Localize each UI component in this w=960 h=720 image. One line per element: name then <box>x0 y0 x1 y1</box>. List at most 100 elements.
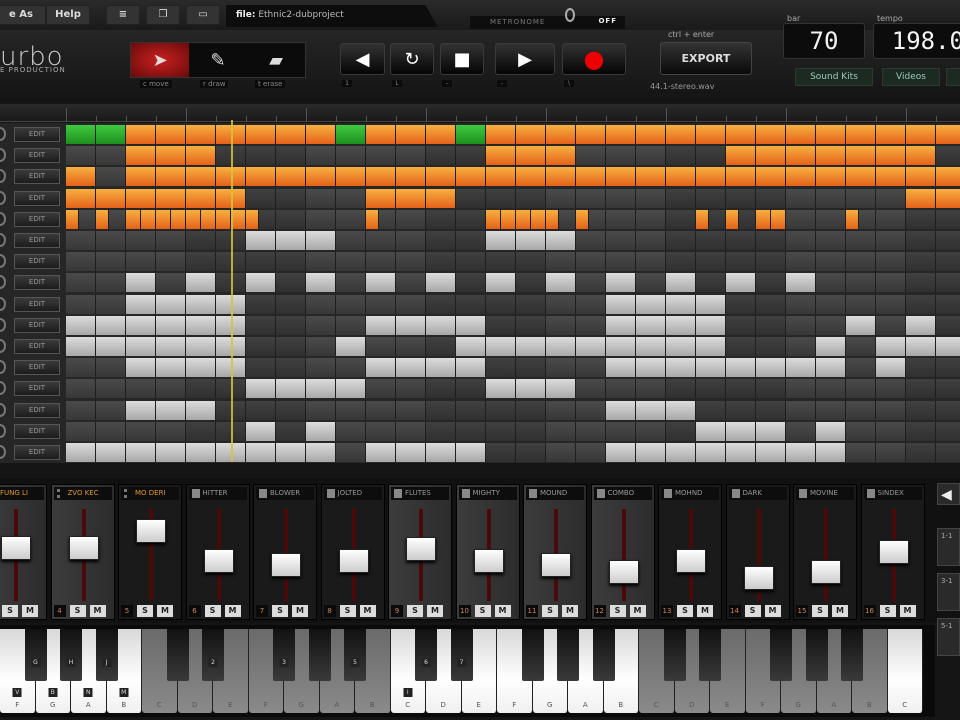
step-cell-on[interactable] <box>426 188 456 208</box>
step-cell-on[interactable] <box>636 337 666 356</box>
half-step-on[interactable] <box>66 209 79 229</box>
step-cell-on[interactable] <box>786 273 816 293</box>
step-cell-on[interactable] <box>66 315 96 335</box>
menu-icon-button[interactable]: ≡ <box>106 5 140 25</box>
step-cell-on[interactable] <box>726 421 756 441</box>
step-cell-off[interactable] <box>306 294 336 314</box>
step-cell-off[interactable] <box>276 400 306 420</box>
step-cell-on[interactable] <box>726 358 756 378</box>
step-cell-on[interactable] <box>156 400 186 420</box>
edit-button[interactable]: EDIT <box>14 254 60 270</box>
channel-name[interactable]: FLUTES <box>391 487 449 500</box>
step-cell-off[interactable] <box>366 252 396 272</box>
edit-button[interactable]: EDIT <box>14 275 60 291</box>
track-led-button[interactable] <box>0 381 6 396</box>
mute-button[interactable]: M <box>224 605 241 617</box>
solo-button[interactable]: S <box>609 605 626 617</box>
step-cell-on[interactable] <box>666 294 696 314</box>
track-led-button[interactable] <box>0 127 6 141</box>
step-cell-on[interactable] <box>126 443 156 462</box>
step-cell-on[interactable] <box>816 358 846 378</box>
step-cell-on[interactable] <box>276 125 306 144</box>
step-cell-off[interactable] <box>516 358 546 378</box>
step-cell-off[interactable] <box>936 146 960 166</box>
step-cell-off[interactable] <box>576 400 606 420</box>
volume-fader-knob[interactable] <box>473 548 504 573</box>
step-cell-off[interactable] <box>186 379 216 399</box>
step-cell-off[interactable] <box>636 252 666 272</box>
step-cell-off[interactable] <box>186 421 216 441</box>
channel-name[interactable]: FUNG LI <box>0 487 44 500</box>
piano-black-key[interactable] <box>166 629 189 681</box>
step-cell-off[interactable] <box>786 188 816 208</box>
solo-button[interactable]: S <box>137 605 153 617</box>
move-tool[interactable]: ➤ <box>131 43 189 77</box>
step-cell-off[interactable] <box>246 315 276 335</box>
step-cell-off[interactable] <box>546 188 576 208</box>
edit-button[interactable]: EDIT <box>14 360 60 376</box>
step-cell-off[interactable] <box>666 231 696 250</box>
step-cell-off[interactable] <box>96 146 126 166</box>
step-cell-off[interactable] <box>126 421 156 441</box>
edit-button[interactable]: EDIT <box>14 190 60 206</box>
step-cell-off[interactable] <box>276 209 306 229</box>
step-cell-on[interactable] <box>156 337 186 356</box>
step-cell-on[interactable] <box>876 146 906 166</box>
step-cell-off[interactable] <box>816 400 846 420</box>
step-cell-off[interactable] <box>246 337 276 356</box>
step-cell-on[interactable] <box>546 125 576 144</box>
step-cell-off[interactable] <box>726 379 756 399</box>
step-cell-on[interactable] <box>906 125 936 144</box>
step-cell-on[interactable] <box>126 400 156 420</box>
step-cell-on[interactable] <box>306 443 336 462</box>
step-cell-on[interactable] <box>156 443 186 462</box>
step-cell-off[interactable] <box>876 379 906 399</box>
solo-button[interactable]: S <box>474 605 491 617</box>
volume-fader-knob[interactable] <box>676 549 706 574</box>
step-cell-off[interactable] <box>336 252 366 272</box>
step-cell-on[interactable] <box>246 231 276 250</box>
edit-button[interactable]: EDIT <box>14 317 60 333</box>
step-cell-off[interactable] <box>456 188 486 208</box>
step-cell-off[interactable] <box>336 421 366 441</box>
step-cell-off[interactable] <box>66 421 96 441</box>
step-cell-on[interactable] <box>756 443 786 462</box>
step-cell-on[interactable] <box>426 358 456 378</box>
step-cell-off[interactable] <box>396 146 426 166</box>
step-cell-on[interactable] <box>786 125 816 144</box>
step-cell-off[interactable] <box>696 188 726 208</box>
step-cell-off[interactable] <box>336 443 366 462</box>
piano-black-key[interactable] <box>841 629 863 681</box>
step-cell-on[interactable] <box>66 443 96 462</box>
step-cell-on[interactable] <box>636 167 666 187</box>
step-cell-off[interactable] <box>486 358 516 378</box>
step-cell-off[interactable] <box>936 231 960 250</box>
step-cell-off[interactable] <box>846 294 876 314</box>
step-cell-off[interactable] <box>396 252 426 272</box>
step-cell-off[interactable] <box>726 252 756 272</box>
step-cell-on[interactable] <box>936 188 960 208</box>
step-cell-off[interactable] <box>516 273 546 293</box>
half-step-on[interactable] <box>96 209 109 229</box>
step-cell-on[interactable] <box>816 125 846 144</box>
step-cell-off[interactable] <box>276 252 306 272</box>
step-cell-on[interactable] <box>666 167 696 187</box>
step-cell-on[interactable] <box>456 358 486 378</box>
step-cell-off[interactable] <box>936 400 960 420</box>
step-cell-on[interactable] <box>756 125 786 144</box>
step-cell-on[interactable] <box>846 146 876 166</box>
step-cell-on[interactable] <box>576 167 606 187</box>
step-cell-on[interactable] <box>786 167 816 187</box>
step-cell-off[interactable] <box>816 209 846 229</box>
step-cell-off[interactable] <box>246 188 276 208</box>
step-cell-off[interactable] <box>156 379 186 399</box>
half-step-on[interactable] <box>141 209 156 229</box>
step-cell-off[interactable] <box>66 358 96 378</box>
step-cell-off[interactable] <box>906 209 936 229</box>
solo-button[interactable]: S <box>69 605 86 617</box>
step-cell-off[interactable] <box>726 294 756 314</box>
edit-button[interactable]: EDIT <box>14 423 60 439</box>
step-cell-off[interactable] <box>786 315 816 335</box>
step-cell-on[interactable] <box>846 315 876 335</box>
step-cell-off[interactable] <box>576 358 606 378</box>
